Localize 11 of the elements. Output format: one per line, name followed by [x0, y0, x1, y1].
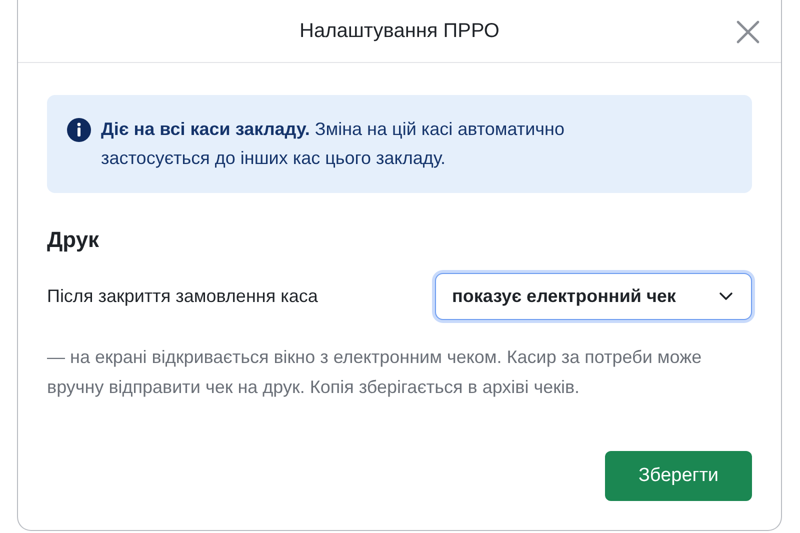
info-text: Діє на всі каси закладу. Зміна на цій касі автоматично застосується до інших кас цього закладу. [101, 118, 566, 170]
setting-description: — на екрані відкривається вікно з електронним чеком. Касир за потреби може вручну відправити чек на друк. Копія зберігається в архіві чеків. [47, 346, 703, 399]
setting-label: Після закриття замовлення каса [47, 286, 318, 307]
setting-dropdown[interactable]: показує електронний чек [435, 273, 752, 320]
save-button[interactable]: Зберегти [605, 451, 752, 501]
close-icon [735, 19, 761, 45]
dialog-title: Налаштування ПРРО [300, 20, 500, 42]
close-button[interactable] [735, 19, 761, 45]
info-icon [67, 118, 91, 142]
caret-icon [719, 292, 733, 301]
section-heading: Друк [47, 227, 100, 253]
